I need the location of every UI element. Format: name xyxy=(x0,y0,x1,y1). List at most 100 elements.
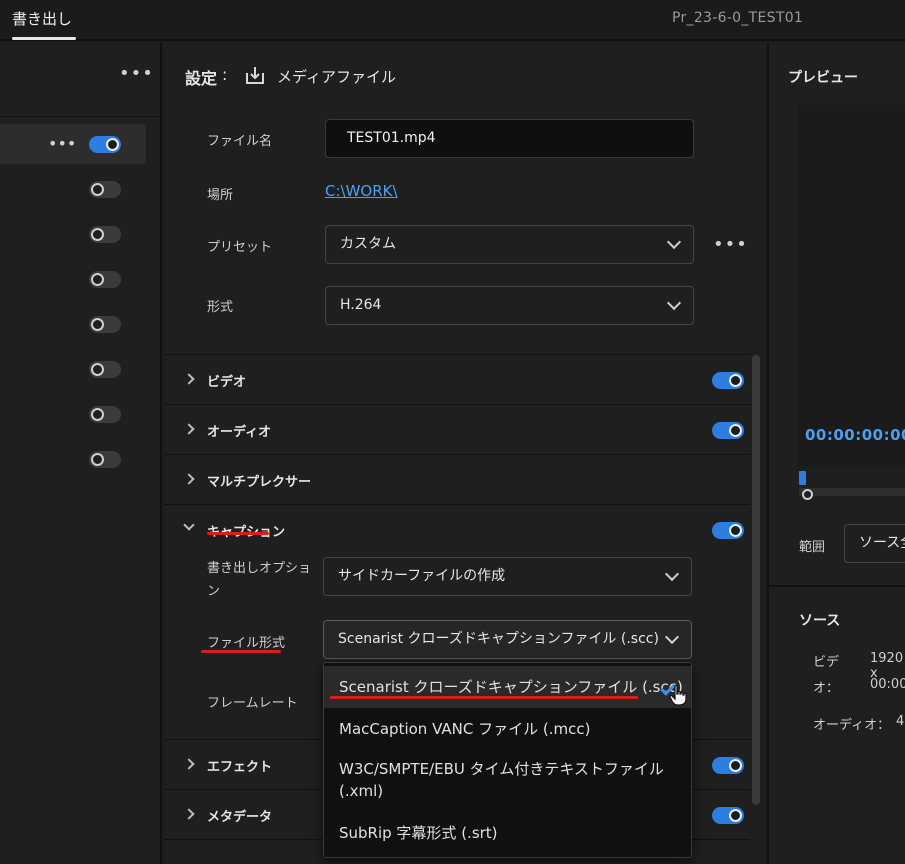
destination-toggle[interactable] xyxy=(89,451,121,468)
tab-export[interactable]: 書き出し xyxy=(12,8,72,29)
settings-colon: : xyxy=(222,65,228,84)
menu-item-label: W3C/SMPTE/EBU タイム付きテキストファイル xyxy=(339,760,664,778)
destination-toggle[interactable] xyxy=(89,226,121,243)
annotation-underline xyxy=(201,650,281,653)
source-title: ソース xyxy=(799,613,841,629)
destination-row[interactable] xyxy=(0,394,146,434)
range-dropdown[interactable]: ソース全 xyxy=(844,524,905,563)
timeline-bar[interactable] xyxy=(799,488,905,496)
preview-title: プレビュー xyxy=(788,70,858,86)
menu-item-label-wrap: (.xml) xyxy=(339,782,384,800)
section-audio-label: オーディオ xyxy=(207,425,272,440)
export-option-value: サイドカーファイルの作成 xyxy=(338,568,506,584)
section-captions-label[interactable]: キャプション xyxy=(207,521,285,540)
chevron-right-icon[interactable] xyxy=(183,758,195,770)
file-format-label: ファイル形式 xyxy=(207,636,286,651)
annotation-underline xyxy=(207,532,269,535)
playhead[interactable] xyxy=(799,471,806,485)
destination-row[interactable] xyxy=(0,214,146,254)
download-icon xyxy=(246,67,264,84)
chevron-down-icon xyxy=(664,629,680,645)
menu-item-scc[interactable]: Scenarist クローズドキャプションファイル (.scc) xyxy=(324,666,691,708)
section-multiplexer[interactable]: マルチプレクサー xyxy=(164,454,750,504)
scrollbar-thumb[interactable] xyxy=(752,355,760,805)
settings-title: 設定 xyxy=(185,69,218,88)
annotation-underline xyxy=(330,696,638,699)
file-format-menu: Scenarist クローズドキャプションファイル (.scc) MacCapt… xyxy=(323,662,692,858)
more-horizontal-icon[interactable]: ••• xyxy=(713,234,748,255)
file-name-label: ファイル名 xyxy=(207,134,273,149)
source-video-key: ビデ xyxy=(813,655,840,670)
divider xyxy=(769,585,905,587)
file-format-dropdown[interactable]: Scenarist クローズドキャプションファイル (.scc) xyxy=(323,620,692,659)
source-video-duration: 00:00 xyxy=(870,677,905,692)
chevron-right-icon[interactable] xyxy=(183,373,195,385)
menu-item-label: MacCaption VANC ファイル (.mcc) xyxy=(339,720,591,738)
chevron-right-icon[interactable] xyxy=(183,423,195,435)
destination-toggle[interactable] xyxy=(89,361,121,378)
timeline-in-point[interactable] xyxy=(802,489,813,500)
destination-row[interactable] xyxy=(0,259,146,299)
destination-row[interactable] xyxy=(0,439,146,479)
destination-toggle[interactable] xyxy=(89,181,121,198)
tab-export-underline xyxy=(12,37,76,40)
frame-rate-label: フレームレート xyxy=(207,696,298,711)
destination-row[interactable] xyxy=(0,304,146,344)
range-label: 範囲 xyxy=(799,540,826,555)
format-value: H.264 xyxy=(340,297,382,313)
destination-toggle[interactable] xyxy=(89,406,121,423)
audio-toggle[interactable] xyxy=(712,422,744,439)
location-label: 場所 xyxy=(207,188,234,203)
format-dropdown[interactable]: H.264 xyxy=(325,286,694,325)
menu-item-srt[interactable]: SubRip 字幕形式 (.srt) xyxy=(324,813,691,853)
chevron-down-icon xyxy=(664,566,680,582)
menu-item-xml[interactable]: W3C/SMPTE/EBU タイム付きテキストファイル (.xml) xyxy=(324,758,691,808)
section-multiplexer-label: マルチプレクサー xyxy=(207,475,312,490)
preset-value: カスタム xyxy=(340,236,396,252)
effects-toggle[interactable] xyxy=(712,757,744,774)
section-effects-label: エフェクト xyxy=(207,760,273,775)
menu-item-label: Scenarist クローズドキャプションファイル (.scc) xyxy=(339,678,683,696)
media-file-label: メディアファイル xyxy=(277,68,396,86)
menu-item-mcc[interactable]: MacCaption VANC ファイル (.mcc) xyxy=(324,708,691,750)
section-audio[interactable]: オーディオ xyxy=(164,404,750,454)
file-format-value: Scenarist クローズドキャプションファイル (.scc) xyxy=(338,631,659,647)
top-bar: 書き出し Pr_23-6-0_TEST01 xyxy=(0,0,905,41)
destination-toggle[interactable] xyxy=(89,136,121,153)
section-video[interactable]: ビデオ xyxy=(164,354,750,404)
video-toggle[interactable] xyxy=(712,372,744,389)
more-horizontal-icon[interactable]: ••• xyxy=(119,63,154,84)
destination-row[interactable] xyxy=(0,349,146,389)
location-link[interactable]: C:\WORK\ xyxy=(325,182,398,200)
timecode[interactable]: 00:00:00:00 xyxy=(805,426,905,444)
chevron-down-icon[interactable] xyxy=(183,519,195,531)
chevron-right-icon[interactable] xyxy=(183,473,195,485)
scrollbar[interactable] xyxy=(752,355,761,805)
chevron-right-icon[interactable] xyxy=(183,808,195,820)
menu-item-label: SubRip 字幕形式 (.srt) xyxy=(339,824,498,842)
destinations-panel: ••• ••• xyxy=(0,43,162,864)
chevron-down-icon xyxy=(666,295,682,311)
metadata-toggle[interactable] xyxy=(712,807,744,824)
preview-panel: プレビュー 00:00:00:00 範囲 ソース全 ソース ビデ オ： 1920… xyxy=(767,43,905,864)
source-audio-key: オーディオ： xyxy=(813,718,891,733)
preview-viewport xyxy=(797,105,905,467)
destination-row[interactable] xyxy=(0,169,146,209)
preset-dropdown[interactable]: カスタム xyxy=(325,225,694,264)
section-metadata-label: メタデータ xyxy=(207,810,273,825)
source-video-key-wrap: オ： xyxy=(813,681,840,696)
preset-label: プリセット xyxy=(207,240,273,255)
chevron-down-icon xyxy=(666,234,682,250)
source-audio-value: 4 xyxy=(896,714,905,729)
divider xyxy=(0,116,162,117)
destination-toggle[interactable] xyxy=(89,271,121,288)
destination-toggle[interactable] xyxy=(89,316,121,333)
destination-row[interactable]: ••• xyxy=(0,124,146,164)
export-option-label: 書き出しオプショ xyxy=(207,561,312,576)
captions-toggle[interactable] xyxy=(712,522,744,539)
export-option-label-wrap: ン xyxy=(207,584,221,599)
file-name-input[interactable]: TEST01.mp4 xyxy=(325,119,694,158)
project-title: Pr_23-6-0_TEST01 xyxy=(672,10,804,26)
more-horizontal-icon[interactable]: ••• xyxy=(48,134,76,153)
export-option-dropdown[interactable]: サイドカーファイルの作成 xyxy=(323,557,692,596)
